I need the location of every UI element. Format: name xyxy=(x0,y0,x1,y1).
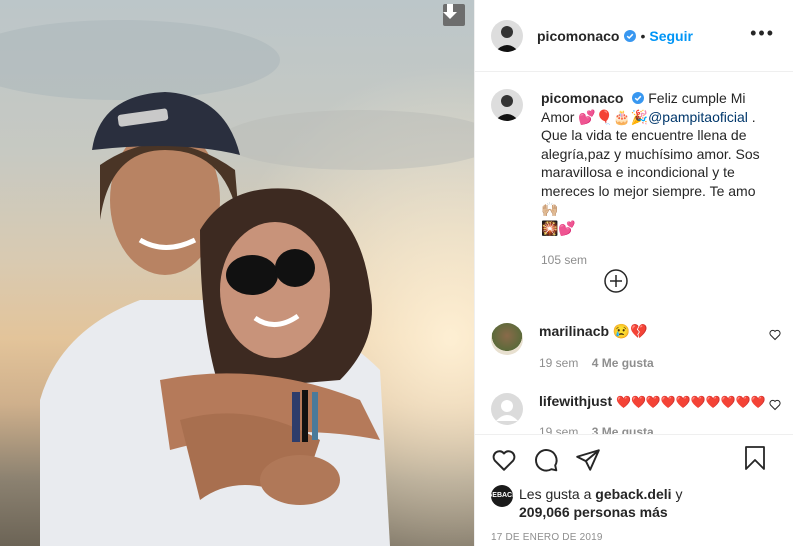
comment-text: ❤️❤️❤️❤️❤️❤️❤️❤️❤️❤️ xyxy=(616,395,766,409)
commenter-avatar[interactable] xyxy=(491,393,523,425)
verified-icon xyxy=(624,29,637,42)
header-separator: • xyxy=(640,27,646,44)
comments-section: picomonaco Feliz cumple Mi Amor 💕🎈🎂🎉@pam… xyxy=(475,73,793,434)
download-button[interactable] xyxy=(443,4,465,26)
likes-summary: GEBACK Les gusta a geback.deli y 209,066… xyxy=(487,485,777,521)
comment-time[interactable]: 19 sem xyxy=(539,356,578,370)
more-options-icon[interactable]: ••• xyxy=(750,24,775,42)
comment-meta: 19 sem 3 Me gusta xyxy=(539,425,765,434)
likes-count[interactable]: 209,066 personas más xyxy=(519,504,668,520)
post-header: picomonaco • Seguir ••• xyxy=(475,0,793,72)
heart-icon[interactable] xyxy=(491,447,517,473)
post-date[interactable]: 17 DE ENERO DE 2019 xyxy=(491,532,777,543)
caption-mention[interactable]: @pampitaoficial xyxy=(648,109,748,125)
likes-prefix: Les gusta a xyxy=(519,486,592,502)
post-photo[interactable] xyxy=(0,0,474,546)
instagram-post: picomonaco • Seguir ••• picomonaco Feliz… xyxy=(0,0,793,546)
comment-item: lifewithjust ❤️❤️❤️❤️❤️❤️❤️❤️❤️❤️ 19 sem… xyxy=(491,393,781,434)
author-username[interactable]: picomonaco xyxy=(537,28,619,44)
post-caption: picomonaco Feliz cumple Mi Amor 💕🎈🎂🎉@pam… xyxy=(475,73,793,270)
comment-text: 😢💔 xyxy=(612,323,648,339)
comment-like-icon[interactable] xyxy=(769,399,781,411)
caption-time[interactable]: 105 sem xyxy=(541,251,771,270)
bookmark-icon[interactable] xyxy=(743,445,767,471)
share-icon[interactable] xyxy=(575,447,601,473)
verified-icon xyxy=(632,92,645,104)
commenter-avatar[interactable] xyxy=(491,323,523,355)
comment-likes[interactable]: 3 Me gusta xyxy=(592,425,654,434)
comment-time[interactable]: 19 sem xyxy=(539,425,578,434)
author-avatar[interactable] xyxy=(491,19,523,52)
comment-icon[interactable] xyxy=(533,447,559,473)
photo-illustration xyxy=(0,0,474,546)
load-more-icon[interactable] xyxy=(604,269,628,293)
caption-body: picomonaco Feliz cumple Mi Amor 💕🎈🎂🎉@pam… xyxy=(541,89,771,270)
liker-username[interactable]: geback.deli xyxy=(595,486,671,502)
comment-likes[interactable]: 4 Me gusta xyxy=(592,356,654,370)
follow-button[interactable]: Seguir xyxy=(649,28,693,44)
caption-emojis-a: 💕🎈🎂🎉 xyxy=(578,108,649,125)
likes-conj: y xyxy=(675,486,683,502)
commenter-username[interactable]: marilinacb xyxy=(539,323,609,339)
caption-emojis-c: 🎇💕 xyxy=(541,219,576,236)
liker-avatar[interactable]: GEBACK xyxy=(487,485,517,507)
post-sidebar: picomonaco • Seguir ••• picomonaco Feliz… xyxy=(474,0,793,546)
post-actions: GEBACK Les gusta a geback.deli y 209,066… xyxy=(475,434,793,543)
commenter-username[interactable]: lifewithjust xyxy=(539,393,612,409)
comment-like-icon[interactable] xyxy=(769,329,781,341)
comment-item: marilinacb 😢💔 19 sem 4 Me gusta xyxy=(491,323,781,370)
caption-username[interactable]: picomonaco xyxy=(541,90,623,106)
action-icons xyxy=(491,435,777,485)
download-icon xyxy=(443,4,457,19)
caption-avatar[interactable] xyxy=(491,89,523,121)
comment-body: lifewithjust ❤️❤️❤️❤️❤️❤️❤️❤️❤️❤️ 19 sem… xyxy=(539,393,765,434)
caption-emojis-b: 🙌🏼 xyxy=(541,201,559,217)
likes-text: Les gusta a geback.deli y 209,066 person… xyxy=(519,485,682,521)
comment-meta: 19 sem 4 Me gusta xyxy=(539,356,654,370)
comment-body: marilinacb 😢💔 19 sem 4 Me gusta xyxy=(539,323,654,370)
